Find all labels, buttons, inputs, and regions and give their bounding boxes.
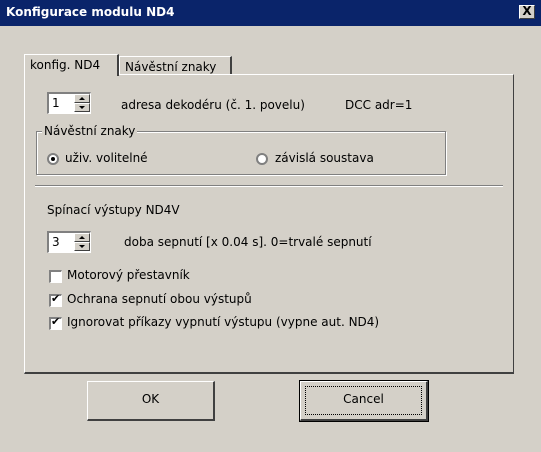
spin-down-button[interactable] — [74, 242, 90, 251]
checkbox-ignore-off-commands-label: Ignorovat příkazy vypnutí výstupu (vypne… — [67, 315, 380, 329]
cancel-button-label: Cancel — [343, 392, 384, 406]
radio-dependent-system-label: závislá soustava — [275, 151, 374, 165]
tab-konfig-nd4[interactable]: konfig. ND4 — [24, 54, 119, 76]
checkbox-motor-actuator-label: Motorový přestavník — [67, 268, 190, 282]
close-icon: X — [522, 4, 532, 18]
ok-button-label: OK — [141, 392, 160, 406]
address-value: 1 — [52, 96, 60, 110]
tab-navestni-znaky[interactable]: Návěstní znaky — [119, 56, 232, 76]
tab-label: Návěstní znaky — [125, 60, 217, 74]
cancel-button[interactable]: Cancel — [299, 380, 429, 422]
spin-down-button[interactable] — [74, 103, 90, 112]
outputs-heading: Spínací výstupy ND4V — [47, 203, 180, 217]
radio-dot — [51, 157, 55, 161]
separator — [35, 185, 503, 187]
window-title: Konfigurace modulu ND4 — [6, 5, 175, 19]
dcc-address: DCC adr=1 — [345, 98, 413, 112]
radio-user-defined[interactable] — [47, 153, 59, 165]
checkbox-both-outputs-protection[interactable]: ✔ — [49, 292, 62, 307]
arrow-down-icon — [79, 106, 85, 109]
checkmark-icon: ✔ — [51, 292, 61, 305]
spin-up-button[interactable] — [74, 233, 90, 242]
checkmark-icon: ✔ — [51, 315, 61, 328]
switch-time-value: 3 — [52, 235, 60, 249]
ok-button[interactable]: OK — [87, 381, 215, 421]
dialog-window: Konfigurace modulu ND4 X konfig. ND4 Náv… — [0, 0, 541, 452]
checkbox-both-outputs-protection-label: Ochrana sepnutí obou výstupů — [67, 292, 252, 306]
tab-label: konfig. ND4 — [30, 58, 101, 72]
radio-user-defined-label: uživ. volitelné — [65, 151, 148, 165]
checkbox-ignore-off-commands[interactable]: ✔ — [49, 315, 62, 330]
switch-time-spinner[interactable]: 3 — [47, 231, 91, 253]
signal-group-legend: Návěstní znaky — [42, 124, 138, 138]
checkbox-motor-actuator[interactable] — [49, 270, 62, 283]
close-button[interactable]: X — [519, 4, 535, 19]
switch-time-label: doba sepnutí [x 0.04 s]. 0=trvalé sepnut… — [124, 235, 372, 249]
arrow-down-icon — [79, 245, 85, 248]
address-spinner[interactable]: 1 — [47, 92, 91, 114]
arrow-up-icon — [79, 236, 85, 239]
radio-dependent-system[interactable] — [256, 153, 268, 165]
arrow-up-icon — [79, 97, 85, 100]
title-bar: Konfigurace modulu ND4 X — [0, 0, 541, 26]
address-label: adresa dekodéru (č. 1. povelu) — [121, 98, 305, 112]
tab-panel: 1 adresa dekodéru (č. 1. povelu) DCC adr… — [24, 74, 514, 374]
spin-up-button[interactable] — [74, 94, 90, 103]
